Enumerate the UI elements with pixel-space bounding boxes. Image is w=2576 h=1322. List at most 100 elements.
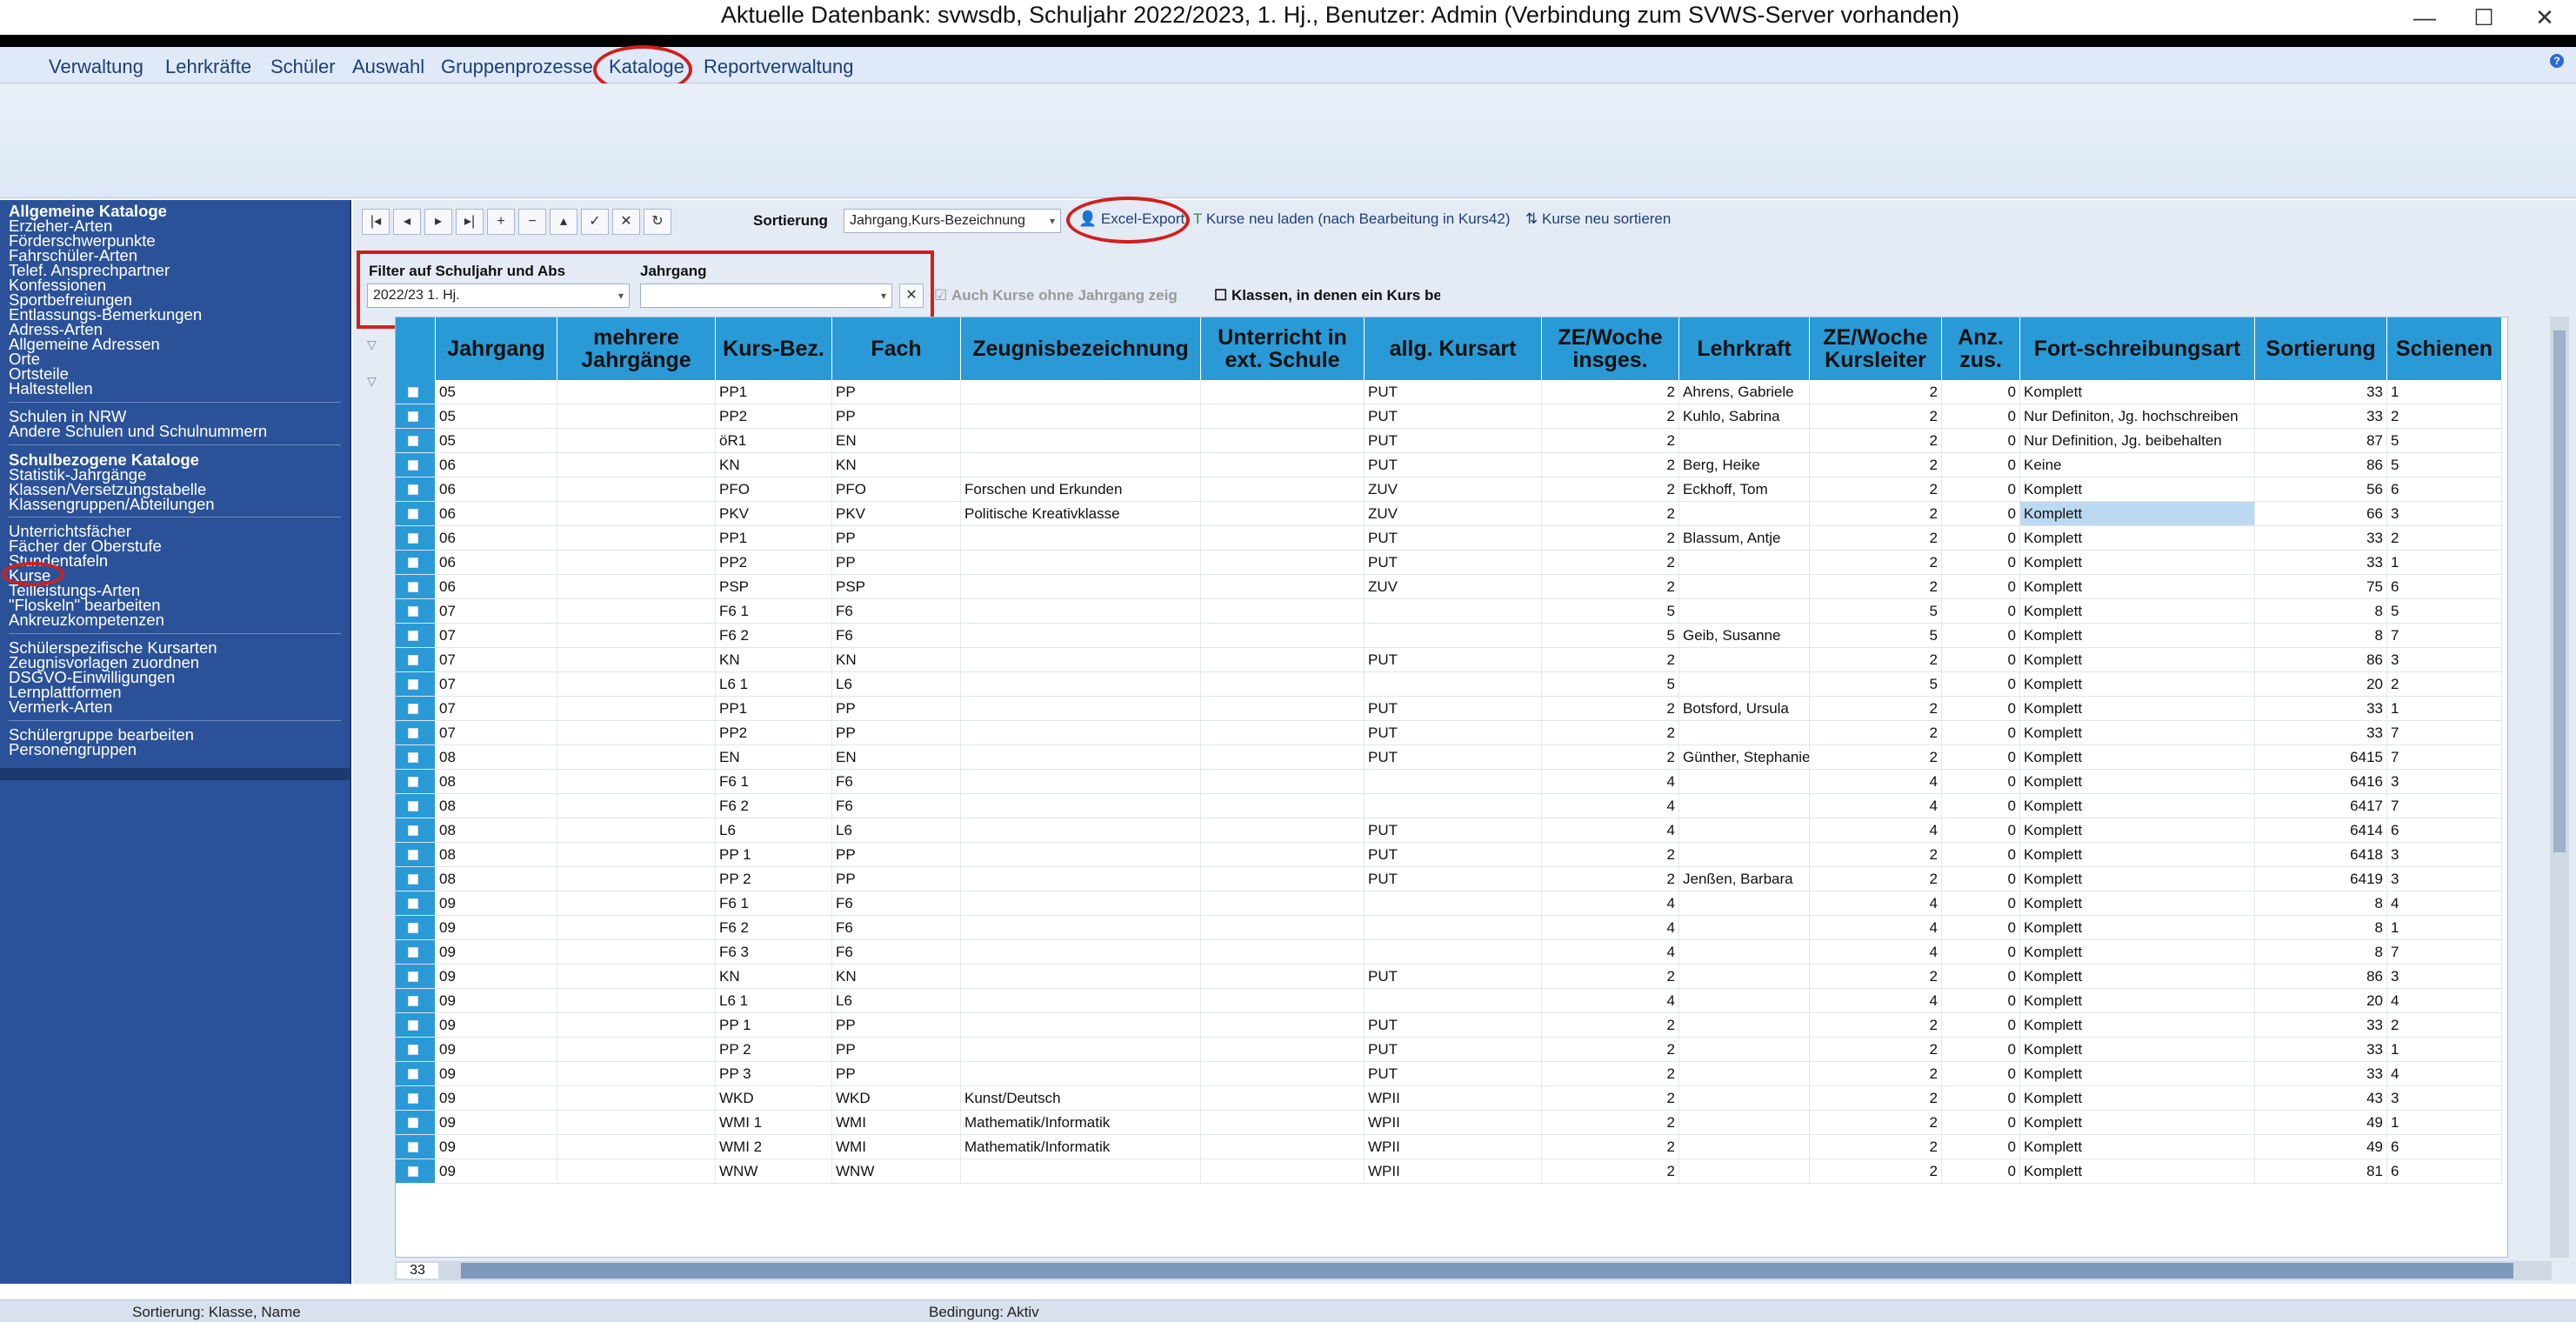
cell-ze-kursleiter[interactable]: 2 — [1810, 551, 1942, 574]
row-selector[interactable] — [396, 965, 436, 988]
cell-anz-zus[interactable]: 0 — [1942, 1159, 2020, 1183]
cell-sortierung[interactable]: 43 — [2255, 1086, 2387, 1110]
cell-sortierung[interactable]: 6417 — [2255, 794, 2387, 818]
cell-fortschreibungsart[interactable]: Komplett — [2020, 1086, 2255, 1110]
cell-schienen[interactable]: 4 — [2387, 1062, 2502, 1085]
cell-anz-zus[interactable]: 0 — [1942, 721, 2020, 744]
cell-lehrkraft[interactable]: Ahrens, Gabriele — [1679, 380, 1810, 404]
cell-ze-woche[interactable]: 2 — [1542, 1013, 1679, 1037]
cell-lehrkraft[interactable] — [1679, 891, 1810, 915]
menu-reportverwaltung[interactable]: Reportverwaltung — [704, 56, 853, 78]
cell-fach[interactable]: PP — [832, 867, 961, 891]
table-row[interactable]: 05 PP1 PP PUT 2 Ahrens, Gabriele 2 0 Komplett 33 1 — [396, 380, 2502, 404]
cell-kursart[interactable]: PUT — [1365, 551, 1542, 574]
row-selector[interactable] — [396, 1086, 436, 1110]
cell-lehrkraft[interactable] — [1679, 672, 1810, 696]
cell-kurs-bez[interactable]: F6 2 — [716, 794, 832, 818]
cell-fach[interactable]: KN — [832, 453, 961, 477]
cell-ze-woche[interactable]: 4 — [1542, 770, 1679, 793]
cell-ze-kursleiter[interactable]: 4 — [1810, 794, 1942, 818]
cell-lehrkraft[interactable] — [1679, 818, 1810, 842]
header-kursart[interactable]: allg. Kursart — [1365, 317, 1542, 380]
cell-ze-kursleiter[interactable]: 2 — [1810, 867, 1942, 891]
cell-kurs-bez[interactable]: PFO — [716, 477, 832, 501]
menu-gruppenprozesse[interactable]: Gruppenprozesse — [441, 56, 593, 78]
cell-ze-woche[interactable]: 2 — [1542, 1038, 1679, 1061]
cell-fach[interactable]: PP — [832, 721, 961, 744]
cell-fortschreibungsart[interactable]: Komplett — [2020, 940, 2255, 964]
cell-zeugnisbezeichnung[interactable] — [961, 965, 1201, 988]
cell-ext-schule[interactable] — [1201, 429, 1365, 452]
cell-anz-zus[interactable]: 0 — [1942, 1062, 2020, 1085]
cell-ze-kursleiter[interactable]: 2 — [1810, 1062, 1942, 1085]
cell-ze-kursleiter[interactable]: 5 — [1810, 672, 1942, 696]
header-anz-zus[interactable]: Anz. zus. — [1942, 317, 2020, 380]
cell-kursart[interactable]: PUT — [1365, 1038, 1542, 1061]
cell-jahrgang[interactable]: 09 — [436, 965, 557, 988]
cell-sortierung[interactable]: 33 — [2255, 697, 2387, 720]
row-selector[interactable] — [396, 1062, 436, 1085]
cell-zeugnisbezeichnung[interactable] — [961, 843, 1201, 866]
cell-jahrgang[interactable]: 09 — [436, 1013, 557, 1037]
table-row[interactable]: 06 PKV PKV Politische Kreativklasse ZUV 2 2 0 Ko… — [396, 502, 2502, 526]
cell-sortierung[interactable]: 33 — [2255, 526, 2387, 550]
row-selector[interactable] — [396, 770, 436, 793]
cell-kursart[interactable]: PUT — [1365, 526, 1542, 550]
menu-lehrkraefte[interactable]: Lehrkräfte — [165, 56, 251, 78]
cell-ze-woche[interactable]: 4 — [1542, 891, 1679, 915]
cell-schienen[interactable]: 2 — [2387, 1013, 2502, 1037]
sidebar-item[interactable]: Andere Schulen und Schulnummern — [9, 423, 267, 439]
cell-fortschreibungsart[interactable]: Komplett — [2020, 1159, 2255, 1183]
cell-schienen[interactable]: 2 — [2387, 672, 2502, 696]
table-row[interactable]: 07 F6 2 F6 5 Geib, Susanne 5 0 Komplett 8 7 — [396, 624, 2502, 648]
cell-zeugnisbezeichnung[interactable] — [961, 770, 1201, 793]
table-row[interactable]: 09 PP 1 PP PUT 2 2 0 Komplett 33 2 — [396, 1013, 2502, 1038]
cell-zeugnisbezeichnung[interactable] — [961, 453, 1201, 477]
cell-ze-kursleiter[interactable]: 2 — [1810, 1111, 1942, 1134]
cell-ze-kursleiter[interactable]: 2 — [1810, 697, 1942, 720]
cell-ze-kursleiter[interactable]: 2 — [1810, 745, 1942, 769]
cell-ext-schule[interactable] — [1201, 477, 1365, 501]
cell-zeugnisbezeichnung[interactable] — [961, 380, 1201, 404]
cell-kursart[interactable] — [1365, 794, 1542, 818]
cell-jahrgang[interactable]: 06 — [436, 477, 557, 501]
cell-sortierung[interactable]: 6418 — [2255, 843, 2387, 866]
cell-schienen[interactable]: 3 — [2387, 1086, 2502, 1110]
cell-ext-schule[interactable] — [1201, 1086, 1365, 1110]
cell-mehrere-jahrgaenge[interactable] — [557, 1111, 716, 1134]
table-row[interactable]: 09 F6 2 F6 4 4 0 Komplett 8 1 — [396, 916, 2502, 940]
table-row[interactable]: 08 L6 L6 PUT 4 4 0 Komplett 6414 6 — [396, 818, 2502, 843]
cell-schienen[interactable]: 5 — [2387, 453, 2502, 477]
cell-zeugnisbezeichnung[interactable]: Forschen und Erkunden — [961, 477, 1201, 501]
cell-lehrkraft[interactable] — [1679, 1013, 1810, 1037]
maximize-button[interactable]: ☐ — [2466, 3, 2501, 31]
cell-ext-schule[interactable] — [1201, 1111, 1365, 1134]
cell-sortierung[interactable]: 8 — [2255, 891, 2387, 915]
last-record-button[interactable]: ▸| — [456, 209, 484, 235]
cell-jahrgang[interactable]: 07 — [436, 672, 557, 696]
table-row[interactable]: 06 PFO PFO Forschen und Erkunden ZUV 2 Eckhoff… — [396, 477, 2502, 502]
cell-lehrkraft[interactable]: Berg, Heike — [1679, 453, 1810, 477]
cell-lehrkraft[interactable] — [1679, 1111, 1810, 1134]
table-row[interactable]: 08 F6 2 F6 4 4 0 Komplett 6417 7 — [396, 794, 2502, 818]
cell-zeugnisbezeichnung[interactable] — [961, 599, 1201, 623]
row-selector[interactable] — [396, 624, 436, 647]
cell-fortschreibungsart[interactable]: Komplett — [2020, 502, 2255, 525]
cell-ext-schule[interactable] — [1201, 1013, 1365, 1037]
sidebar-item[interactable]: Personengruppen — [9, 741, 137, 758]
cell-mehrere-jahrgaenge[interactable] — [557, 745, 716, 769]
row-selector[interactable] — [396, 818, 436, 842]
cell-kursart[interactable]: ZUV — [1365, 575, 1542, 598]
cell-ze-kursleiter[interactable]: 4 — [1810, 818, 1942, 842]
cell-kurs-bez[interactable]: PP 1 — [716, 1013, 832, 1037]
sidebar-item[interactable]: Klassengruppen/Abteilungen — [9, 496, 215, 512]
cell-schienen[interactable]: 3 — [2387, 867, 2502, 891]
cell-anz-zus[interactable]: 0 — [1942, 965, 2020, 988]
cell-ext-schule[interactable] — [1201, 404, 1365, 428]
cell-sortierung[interactable]: 33 — [2255, 1013, 2387, 1037]
cell-ze-woche[interactable]: 2 — [1542, 745, 1679, 769]
cell-fortschreibungsart[interactable]: Komplett — [2020, 697, 2255, 720]
cell-kurs-bez[interactable]: PP2 — [716, 721, 832, 744]
cell-anz-zus[interactable]: 0 — [1942, 745, 2020, 769]
cell-lehrkraft[interactable] — [1679, 575, 1810, 598]
